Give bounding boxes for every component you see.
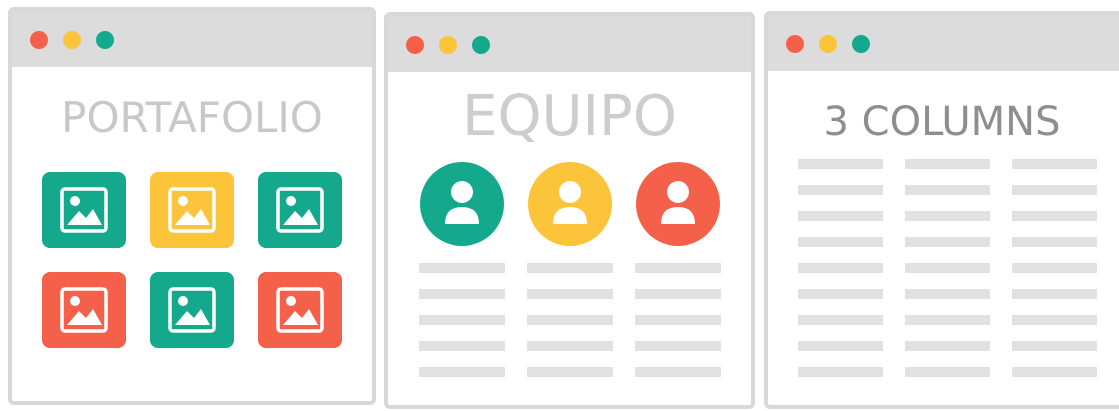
text-line-placeholder xyxy=(1012,341,1097,351)
text-line-placeholder xyxy=(798,237,883,247)
text-line-placeholder xyxy=(527,341,613,351)
text-line-placeholder xyxy=(798,367,883,377)
text-line-placeholder xyxy=(1012,367,1097,377)
text-line-placeholder xyxy=(798,341,883,351)
window-titlebar xyxy=(388,16,751,72)
text-line-placeholder xyxy=(635,263,721,273)
text-line-placeholder xyxy=(798,263,883,273)
text-line-placeholder xyxy=(905,263,990,273)
page-title: 3 COLUMNS xyxy=(823,99,1061,145)
text-line-placeholder xyxy=(635,315,721,325)
text-line-placeholder xyxy=(419,263,505,273)
text-line-placeholder xyxy=(1012,263,1097,273)
window-titlebar xyxy=(768,15,1119,71)
minimize-dot[interactable] xyxy=(819,35,837,53)
gallery-tile[interactable] xyxy=(258,272,342,348)
gallery-tile[interactable] xyxy=(150,172,234,248)
gallery-tile[interactable] xyxy=(42,172,126,248)
text-line-placeholder xyxy=(798,211,883,221)
text-line-placeholder xyxy=(527,367,613,377)
page-title: EQUIPO xyxy=(462,84,677,149)
text-line-placeholder xyxy=(905,237,990,247)
team-window: EQUIPO xyxy=(384,12,755,409)
text-line-placeholder xyxy=(635,341,721,351)
page-title: PORTAFOLIO xyxy=(61,93,323,142)
window-titlebar xyxy=(12,11,372,67)
text-line-placeholder xyxy=(527,315,613,325)
text-line-placeholder xyxy=(1012,237,1097,247)
text-line-placeholder xyxy=(1012,211,1097,221)
team-member-avatar[interactable] xyxy=(636,162,720,246)
text-line-placeholder xyxy=(419,341,505,351)
text-line-placeholder xyxy=(905,367,990,377)
text-line-placeholder xyxy=(419,289,505,299)
text-line-placeholder xyxy=(905,185,990,195)
team-member-avatar[interactable] xyxy=(528,162,612,246)
layout-templates-illustration: PORTAFOLIO EQUIPO 3 COLUMNS xyxy=(0,0,1119,411)
maximize-dot[interactable] xyxy=(472,36,490,54)
maximize-dot[interactable] xyxy=(96,31,114,49)
text-line-placeholder xyxy=(635,289,721,299)
team-member-avatar[interactable] xyxy=(420,162,504,246)
text-line-placeholder xyxy=(1012,289,1097,299)
gallery-tile[interactable] xyxy=(42,272,126,348)
text-line-placeholder xyxy=(798,315,883,325)
text-line-placeholder xyxy=(419,315,505,325)
text-line-placeholder xyxy=(798,289,883,299)
close-dot[interactable] xyxy=(406,36,424,54)
text-line-placeholder xyxy=(1012,159,1097,169)
text-line-placeholder xyxy=(419,367,505,377)
text-line-placeholder xyxy=(1012,185,1097,195)
minimize-dot[interactable] xyxy=(63,31,81,49)
gallery-tile[interactable] xyxy=(150,272,234,348)
maximize-dot[interactable] xyxy=(852,35,870,53)
gallery-tile[interactable] xyxy=(258,172,342,248)
text-line-placeholder xyxy=(905,159,990,169)
text-line-placeholder xyxy=(798,159,883,169)
three-columns-window: 3 COLUMNS xyxy=(764,11,1119,409)
text-line-placeholder xyxy=(1012,315,1097,325)
portfolio-window: PORTAFOLIO xyxy=(8,7,376,405)
close-dot[interactable] xyxy=(30,31,48,49)
text-line-placeholder xyxy=(905,315,990,325)
text-line-placeholder xyxy=(905,211,990,221)
minimize-dot[interactable] xyxy=(439,36,457,54)
text-line-placeholder xyxy=(798,185,883,195)
text-line-placeholder xyxy=(527,289,613,299)
text-line-placeholder xyxy=(527,263,613,273)
text-line-placeholder xyxy=(905,289,990,299)
close-dot[interactable] xyxy=(786,35,804,53)
text-line-placeholder xyxy=(635,367,721,377)
text-line-placeholder xyxy=(905,341,990,351)
